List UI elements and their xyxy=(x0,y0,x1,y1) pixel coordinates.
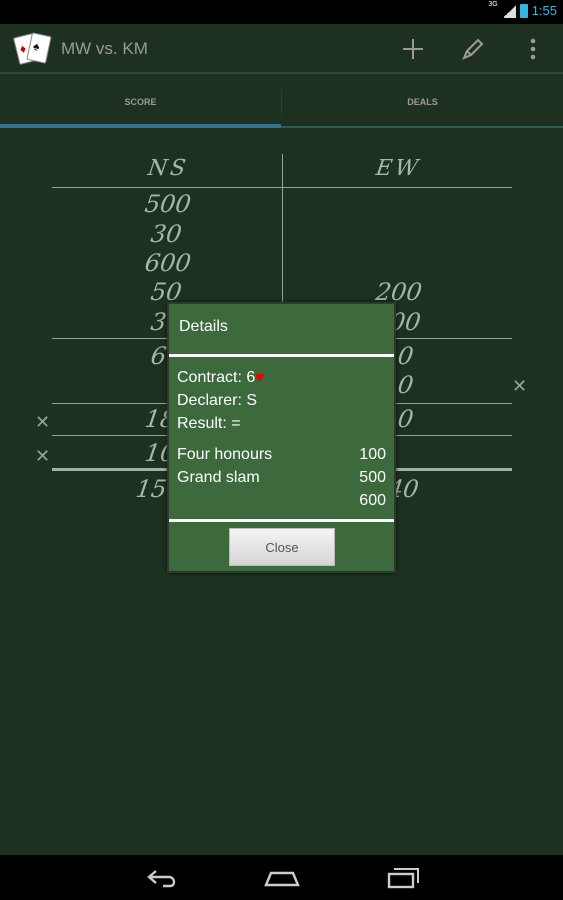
dialog-title: Details xyxy=(179,318,228,335)
page-title: MW vs. KM xyxy=(61,39,148,58)
ns-header: NS xyxy=(146,156,191,181)
close-button[interactable]: Close xyxy=(229,528,335,566)
home-icon xyxy=(264,871,300,887)
recent-apps-button[interactable] xyxy=(383,864,423,892)
back-icon xyxy=(147,870,176,888)
home-button[interactable] xyxy=(262,864,302,892)
ew-header: EW xyxy=(374,156,423,181)
overflow-menu-icon xyxy=(530,38,536,60)
result-row: Result: = xyxy=(177,415,241,432)
tab-deals[interactable]: DEALS xyxy=(282,76,563,128)
ns-score: 600 xyxy=(143,249,193,277)
contract-label: Contract: 6 xyxy=(177,369,256,386)
plus-icon xyxy=(403,39,423,59)
tab-bar: SCORE DEALS xyxy=(0,76,563,128)
network-type-label: 3G xyxy=(488,1,498,8)
ew-score: 0 xyxy=(396,405,416,433)
dialog-button-divider xyxy=(169,519,394,522)
clock: 1:55 xyxy=(531,3,557,18)
ns-total: 15 xyxy=(134,475,169,503)
edit-button[interactable] xyxy=(443,24,503,74)
dialog-title-divider xyxy=(169,354,394,357)
cross-icon: ✕ xyxy=(35,446,51,466)
contract-row: Contract: 6♥ xyxy=(177,369,264,387)
declarer-row: Declarer: S xyxy=(177,392,258,409)
ew-score: 0 xyxy=(396,342,416,370)
app-logo-icon[interactable]: ♦ ♠ xyxy=(12,32,52,66)
overflow-menu-button[interactable] xyxy=(503,24,563,74)
back-button[interactable] xyxy=(142,864,182,892)
ew-score: 0 xyxy=(396,371,416,399)
pencil-icon xyxy=(462,38,484,60)
battery-icon xyxy=(519,3,528,18)
ns-score: 3 xyxy=(149,308,169,336)
navigation-bar xyxy=(0,855,563,900)
bonus-value: 100 xyxy=(359,446,386,463)
bonus-total: 600 xyxy=(359,492,386,509)
recent-apps-icon xyxy=(387,868,419,889)
bonus-label: Four honours xyxy=(177,446,273,463)
status-bar: 3G 1:55 xyxy=(0,0,563,24)
cross-icon: ✕ xyxy=(512,376,528,396)
bonus-value: 500 xyxy=(359,469,386,486)
cross-icon: ✕ xyxy=(35,412,51,432)
details-dialog: Details Contract: 6♥ Declarer: S Result:… xyxy=(167,302,396,573)
heart-icon: ♥ xyxy=(255,369,265,386)
action-bar: ♦ ♠ MW vs. KM xyxy=(0,24,563,74)
ns-score: 30 xyxy=(149,220,184,248)
add-button[interactable] xyxy=(383,24,443,74)
ns-score: 500 xyxy=(143,190,193,218)
column-divider xyxy=(282,154,283,324)
ns-score: 6 xyxy=(149,342,169,370)
bonus-label: Grand slam xyxy=(177,469,260,486)
tab-score[interactable]: SCORE xyxy=(0,76,281,128)
signal-icon xyxy=(503,3,516,18)
